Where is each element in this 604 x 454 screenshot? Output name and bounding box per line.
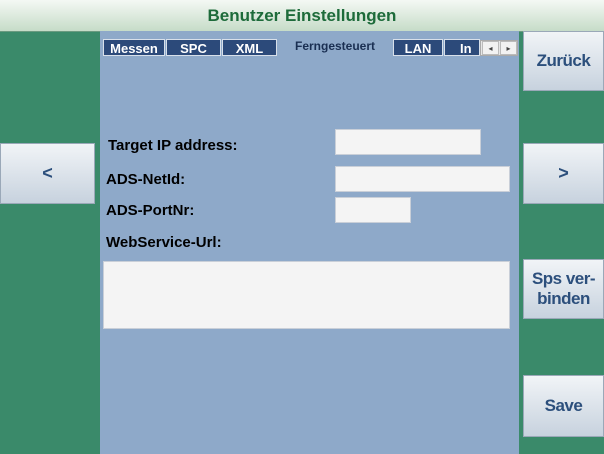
back-button[interactable]: Zurück — [523, 31, 604, 91]
tab-lan[interactable]: LAN — [393, 39, 443, 56]
tab-scroll-control: ◂ ▸ — [480, 40, 518, 56]
tab-bar: Messen SPC XML Ferngesteuert LAN In ◂ ▸ — [100, 36, 519, 60]
next-button[interactable]: > — [523, 143, 604, 204]
tab-messen[interactable]: Messen — [103, 39, 165, 56]
tab-spc[interactable]: SPC — [166, 39, 221, 56]
tab-xml[interactable]: XML — [222, 39, 277, 56]
tab-in[interactable]: In — [444, 39, 480, 56]
connect-plc-label-line2: binden — [537, 289, 590, 308]
target-ip-input[interactable] — [335, 129, 481, 155]
webservice-url-label: WebService-Url: — [106, 234, 222, 251]
save-button[interactable]: Save — [523, 375, 604, 437]
tab-scroll-right-icon[interactable]: ▸ — [500, 41, 517, 55]
settings-panel: Messen SPC XML Ferngesteuert LAN In ◂ ▸ … — [100, 31, 519, 454]
target-ip-label: Target IP address: — [108, 137, 238, 154]
ads-portnr-input[interactable] — [335, 197, 411, 223]
ads-netid-input[interactable] — [335, 166, 510, 192]
tab-ferngesteuert[interactable]: Ferngesteuert — [278, 36, 392, 60]
tab-scroll-left-icon[interactable]: ◂ — [482, 41, 499, 55]
connect-plc-label-line1: Sps ver- — [531, 269, 596, 288]
ads-portnr-label: ADS-PortNr: — [106, 202, 195, 219]
ads-netid-label: ADS-NetId: — [106, 171, 186, 188]
connect-plc-button[interactable]: Sps ver- binden — [523, 259, 604, 319]
window-title: Benutzer Einstellungen — [0, 0, 604, 32]
prev-button[interactable]: < — [0, 143, 95, 204]
webservice-url-input[interactable] — [103, 261, 510, 329]
